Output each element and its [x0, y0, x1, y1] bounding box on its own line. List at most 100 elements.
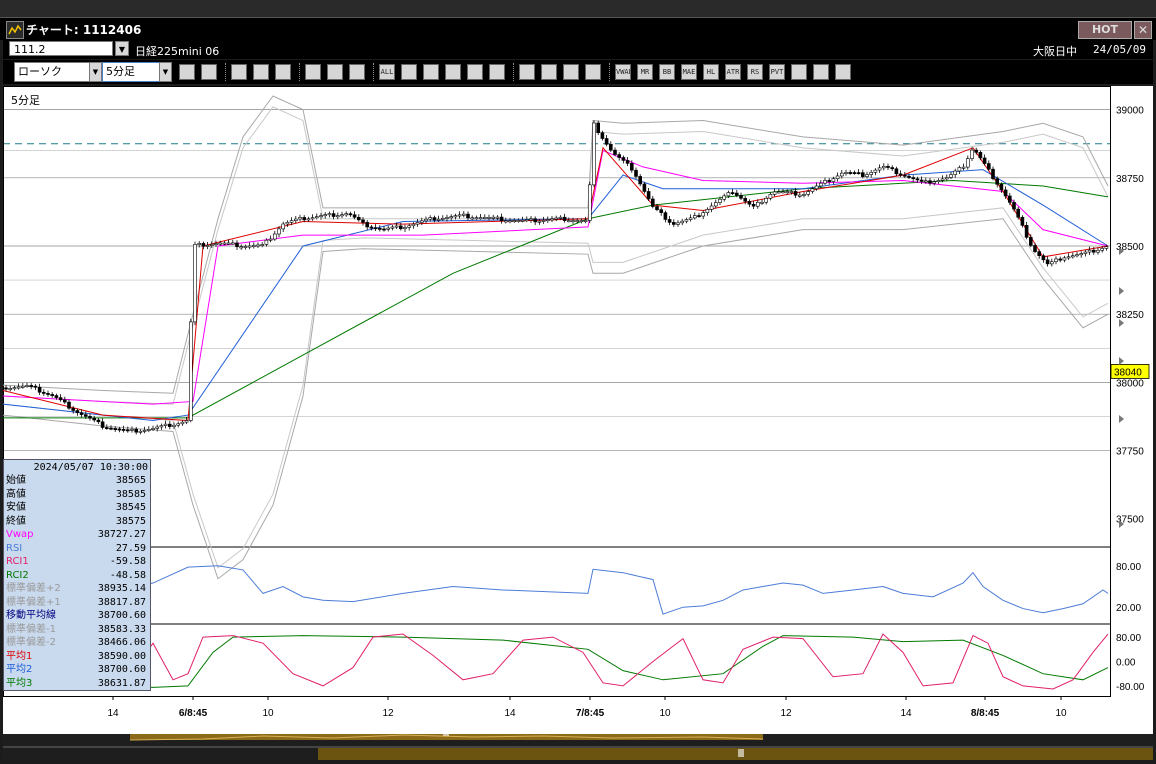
- candle-icon[interactable]: [327, 64, 343, 80]
- data-row-value: 38700.60: [97, 610, 146, 621]
- candle-body: [1062, 257, 1067, 261]
- rs-icon[interactable]: RS: [747, 64, 763, 80]
- trash-icon[interactable]: [519, 64, 535, 80]
- palette-icon[interactable]: [585, 64, 601, 80]
- scroll-thumb-lower[interactable]: [318, 748, 1153, 760]
- candle-body: [466, 213, 470, 219]
- chart-type-select[interactable]: ローソク: [14, 62, 90, 82]
- chevron-down-icon[interactable]: ▼: [89, 62, 102, 82]
- candle-body: [352, 214, 357, 218]
- brush-icon[interactable]: [563, 64, 579, 80]
- chart-area[interactable]: 39000 38750 38500 38250 38000 37750 37500 38040…: [2, 86, 1153, 734]
- candle-body: [852, 172, 857, 174]
- candle-body: [781, 191, 785, 194]
- candle-body: [16, 386, 21, 389]
- close-button[interactable]: ✕: [1134, 21, 1152, 39]
- bug-icon[interactable]: [231, 64, 247, 80]
- current-price-label: 38040: [1114, 367, 1142, 378]
- interval-select[interactable]: 5分足: [102, 62, 160, 82]
- line-icon[interactable]: [423, 64, 439, 80]
- candle-body: [239, 246, 243, 249]
- candle-body: [1050, 261, 1054, 265]
- atr-icon[interactable]: ATR: [725, 64, 741, 80]
- all-icon[interactable]: ALL: [379, 64, 395, 80]
- candle-body: [377, 227, 382, 230]
- data-row: 終値 38575: [6, 515, 148, 528]
- candle-body: [806, 191, 811, 195]
- x-tick-label: 14: [107, 708, 119, 719]
- data-row-value: 38727.27: [97, 529, 146, 540]
- instrument-name: 日経225mini 06: [135, 45, 220, 58]
- box-icon[interactable]: [791, 64, 807, 80]
- candle-body: [516, 220, 521, 222]
- undo-icon[interactable]: [467, 64, 483, 80]
- clock-icon[interactable]: [253, 64, 269, 80]
- data-window: 2024/05/07 10:30:00 始値 38565 高値 38585 安値 3854…: [3, 459, 151, 691]
- candle-body: [1045, 259, 1050, 265]
- candle-body: [247, 245, 252, 248]
- hot-button[interactable]: HOT: [1078, 21, 1132, 39]
- candle-body: [62, 399, 67, 403]
- axis-marker-icon: [1119, 287, 1124, 295]
- bb-icon[interactable]: BB: [659, 64, 675, 80]
- candle-body: [818, 182, 823, 187]
- candle-body: [482, 217, 487, 219]
- settings-icon[interactable]: [541, 64, 557, 80]
- candle-body: [58, 397, 63, 401]
- data-row: Vwap 38727.27: [6, 528, 148, 541]
- candle2-icon[interactable]: [349, 64, 365, 80]
- axis-marker-icon: [1119, 357, 1124, 365]
- rsi-tick-label: 20.00: [1116, 603, 1141, 614]
- candle-body: [33, 385, 38, 388]
- candle-body: [915, 178, 920, 181]
- cursor-icon[interactable]: [445, 64, 461, 80]
- candle-body: [621, 157, 626, 161]
- data-row-value: 38817.87: [97, 596, 146, 608]
- candle-body: [457, 214, 462, 217]
- candle-body: [986, 163, 991, 170]
- candle-body: [646, 191, 651, 200]
- zoom-icon[interactable]: [179, 64, 195, 80]
- time-scrollbar[interactable]: [3, 724, 1153, 760]
- candle-body: [285, 222, 290, 225]
- data-row: 平均3 38631.87: [6, 677, 148, 690]
- data-row-label: 標準偏差+2: [6, 583, 61, 594]
- candle-body: [676, 222, 680, 225]
- crosshair-icon[interactable]: [275, 64, 291, 80]
- candle-body: [751, 203, 756, 207]
- data-row: RCI2 -48.58: [6, 569, 148, 582]
- price-chart-svg[interactable]: 3900038750385003825038000377503750038040…: [2, 86, 1153, 734]
- toolbar-separator: [513, 63, 516, 81]
- range-icon[interactable]: [201, 64, 217, 80]
- scrollbar-svg[interactable]: [3, 724, 1153, 760]
- candle-body: [692, 215, 697, 219]
- candle-body: [109, 427, 113, 430]
- candle-body: [886, 166, 890, 168]
- candle-body: [978, 152, 983, 159]
- export-icon[interactable]: [835, 64, 851, 80]
- vwap-icon[interactable]: VWAP: [615, 64, 631, 80]
- symbol-input[interactable]: 111.2: [9, 41, 113, 56]
- candle-body: [869, 172, 874, 175]
- candle-body: [92, 417, 96, 421]
- mae-icon[interactable]: MAE: [681, 64, 697, 80]
- candle-body: [739, 195, 743, 199]
- grid-icon[interactable]: [305, 64, 321, 80]
- candle-body: [873, 169, 878, 173]
- chevron-down-icon[interactable]: ▼: [115, 41, 129, 56]
- chevron-down-icon[interactable]: ▼: [159, 62, 172, 82]
- pen-icon[interactable]: [401, 64, 417, 80]
- band-lower-1: [2, 207, 1109, 569]
- pvt-icon[interactable]: PVT: [769, 64, 785, 80]
- candle-body: [865, 174, 869, 177]
- log-icon[interactable]: [813, 64, 829, 80]
- note-icon[interactable]: [489, 64, 505, 80]
- candle-body: [827, 180, 832, 182]
- candle-body: [545, 219, 550, 222]
- candle-body: [793, 191, 798, 196]
- candle-body: [310, 217, 315, 220]
- hl-icon[interactable]: HL: [703, 64, 719, 80]
- candle-body: [957, 167, 962, 172]
- candle-body: [12, 387, 17, 390]
- mr-icon[interactable]: MR: [637, 64, 653, 80]
